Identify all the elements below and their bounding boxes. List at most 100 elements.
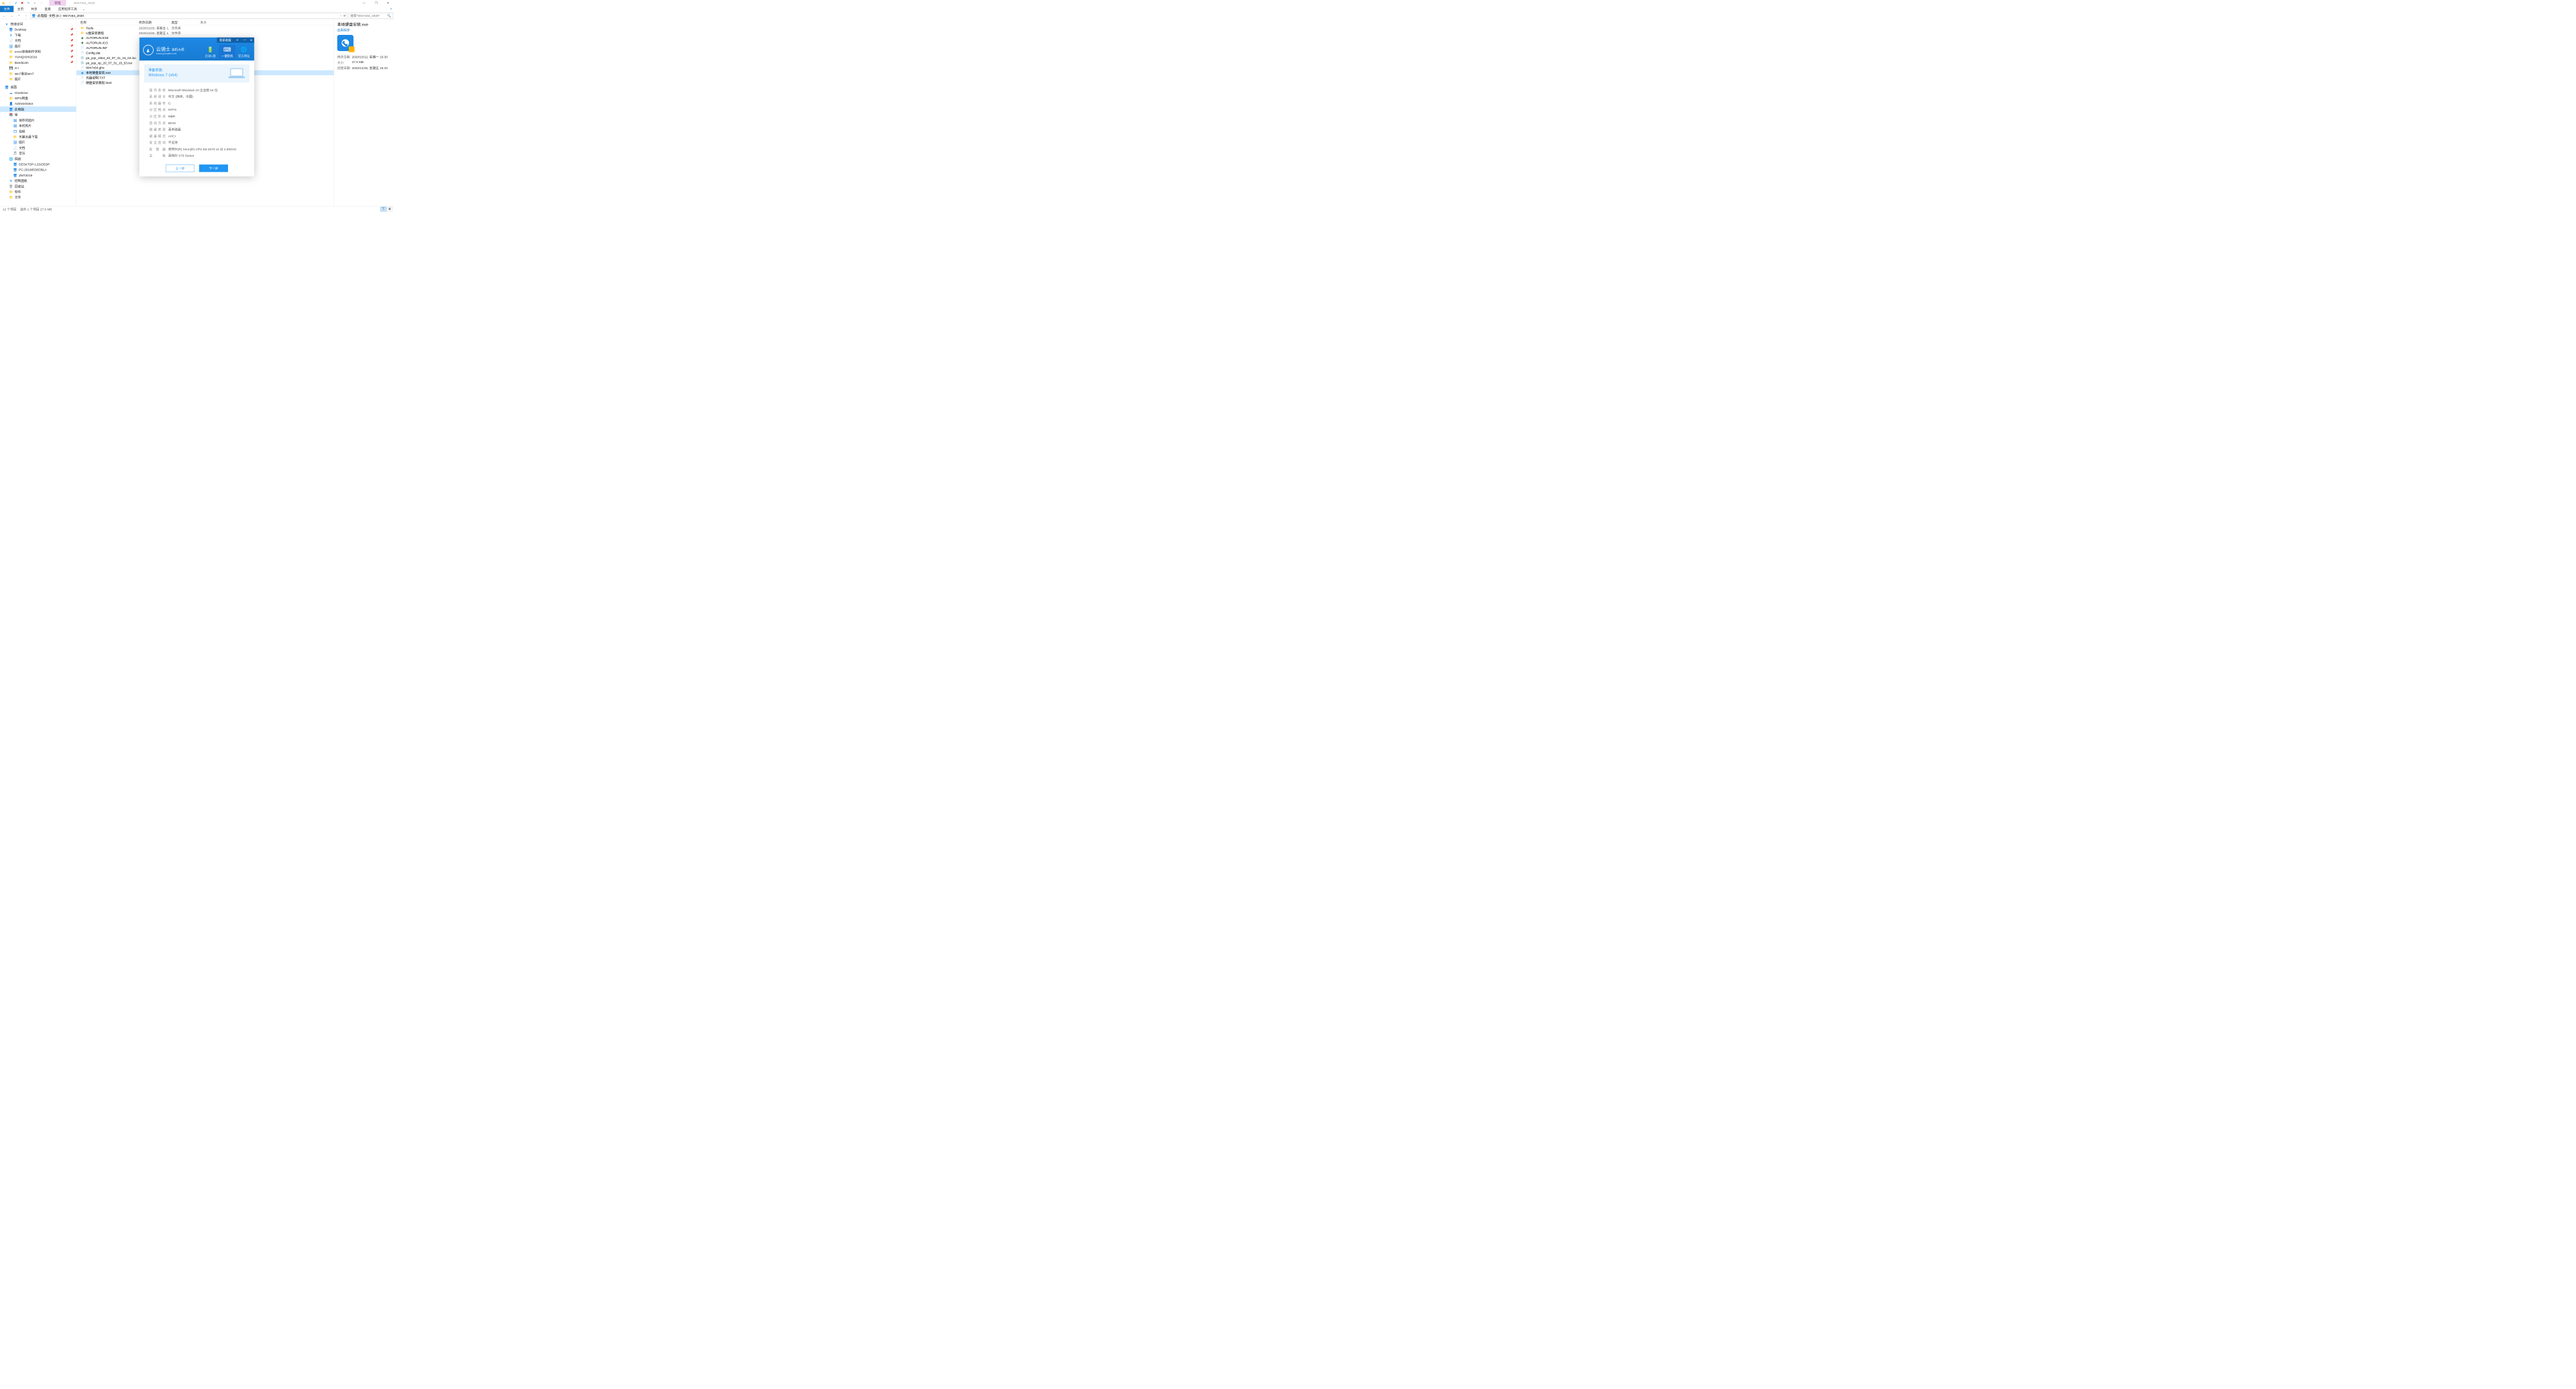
installer-tab[interactable]: 🌐官方网址 (236, 45, 252, 60)
dropdown-icon[interactable]: ▾ (33, 1, 37, 5)
tree-icon: 🎵 (13, 151, 17, 155)
tree-item[interactable]: 🖼图片📌 (0, 43, 76, 48)
installer-prev-button[interactable]: 上一步 (166, 164, 195, 172)
tree-icon: 🎞 (13, 129, 17, 133)
cancel-red-icon[interactable]: ✖ (20, 1, 24, 5)
file-row[interactable]: 📁Tools2020/12/25, 星期五 1...文件夹 (76, 25, 334, 30)
minimize-button[interactable]: ― (358, 0, 370, 6)
info-val: 基本磁盘 (168, 127, 181, 132)
search-input[interactable]: 搜索"Win7x64_2020" 🔍 (348, 13, 392, 19)
installer-menu-icon[interactable]: ≡ (233, 38, 240, 43)
tree-label: Bandicam (15, 60, 29, 64)
tree-icon: 👤 (9, 101, 13, 105)
installer-next-button[interactable]: 下一步 (199, 164, 228, 172)
contextual-tab-manage[interactable]: 管理 (49, 0, 66, 6)
tree-item[interactable]: 🖼本机照片 (0, 123, 76, 128)
tree-item[interactable]: 🖼保存的图片 (0, 117, 76, 123)
tree-label: 天翼云盘下载 (19, 134, 38, 139)
tree-icon: 💾 (9, 66, 13, 70)
tree-icon: 🌐 (9, 156, 13, 160)
prop-val: 2020/10/12, 星期一 15:30 (352, 55, 388, 60)
tree-item[interactable]: 🖥Desktop📌 (0, 27, 76, 32)
search-icon[interactable]: 🔍 (387, 14, 391, 17)
tree-item[interactable]: 🖥ZMT2019 (0, 172, 76, 178)
tree-item[interactable]: 📁软件 (0, 189, 76, 195)
tree-item[interactable]: 📁文件 (0, 195, 76, 200)
tree-icon: 📄 (9, 38, 13, 42)
tree-item[interactable]: 📁WPS网盘 (0, 95, 76, 101)
tree-item[interactable]: 🖥DESKTOP-LSSOEDP (0, 162, 76, 167)
crumb[interactable]: 此电脑 (38, 13, 47, 18)
maximize-button[interactable]: ❐ (370, 0, 382, 6)
tree-icon: 📄 (13, 146, 17, 150)
tree-item[interactable]: ☁OneDrive (0, 90, 76, 95)
nav-back-icon[interactable]: ← (1, 13, 7, 19)
installer-minimize-icon[interactable]: — (241, 38, 248, 43)
tree-item[interactable]: 📁Bandicam📌 (0, 60, 76, 65)
breadcrumb[interactable]: 🖥 › 此电脑› 文档 (E:)› Win7x64_2020 ⌄ ⟳ (30, 13, 347, 19)
col-size[interactable]: 大小 (198, 20, 224, 25)
info-key: 系统语言 (150, 95, 166, 99)
tree-icon: 🖥 (13, 162, 17, 166)
tree-item[interactable]: 👤Administrator (0, 101, 76, 106)
tree-item[interactable]: 🌐网络 (0, 156, 76, 161)
file-icon: 📁 (80, 25, 85, 30)
installer-close-icon[interactable]: ✕ (248, 38, 254, 43)
ribbon-tab-home[interactable]: 主页 (13, 6, 27, 12)
installer-contact[interactable]: 联系客服 (217, 38, 233, 43)
ribbon-tab-view[interactable]: 查看 (41, 6, 54, 12)
close-button[interactable]: ✕ (382, 0, 394, 6)
installer-tab[interactable]: 🔋启动U盘 (203, 45, 219, 60)
tree-item[interactable]: 📄文档📌 (0, 38, 76, 43)
nav-fwd-icon[interactable]: → (8, 13, 14, 19)
ribbon-tab-file[interactable]: 文件 (0, 6, 13, 12)
nav-history-icon[interactable]: ▾ (15, 13, 21, 19)
tree-item[interactable]: 🎞视频 (0, 128, 76, 134)
installer-tab[interactable]: ⌨一键装机 (219, 45, 235, 60)
tree-item[interactable]: ★快速访问 (0, 21, 76, 27)
crumb[interactable]: 文档 (E:) (49, 13, 61, 18)
tree-item[interactable]: 📁excel表格制作求和📌 (0, 49, 76, 54)
tree-item[interactable]: 🗑回收站 (0, 183, 76, 189)
info-val: 中文 (简体，中国) (168, 95, 193, 99)
tree-item[interactable]: 🖥此电脑 (0, 107, 76, 112)
tree-item[interactable]: ⚙控制面板 (0, 178, 76, 183)
tree-item[interactable]: 💾G:\ (0, 65, 76, 70)
tree-icon: 🖼 (13, 118, 17, 122)
tree-item[interactable]: 🖼图片 (0, 140, 76, 145)
tree-item[interactable]: 🖥PC-20190530OBLA (0, 167, 76, 172)
addr-dropdown-icon[interactable]: ⌄ (340, 14, 342, 17)
tree-item[interactable]: 📁YUNQISHI2019📌 (0, 54, 76, 60)
tree-item[interactable]: 📄文档 (0, 145, 76, 150)
tree-icon: 🖥 (9, 107, 13, 111)
info-val: 英特尔 X79 Series (168, 154, 194, 158)
info-val: Microsoft Windows 10 企业版 64 位 (168, 88, 218, 93)
tree-item[interactable]: ⬇下载📌 (0, 32, 76, 38)
crumb[interactable]: Win7x64_2020 (63, 14, 84, 17)
info-val: NTFS (168, 108, 176, 111)
refresh-icon[interactable]: ⟳ (343, 14, 346, 17)
help-icon[interactable]: ? (388, 6, 394, 12)
file-icon: 📄 (80, 46, 85, 50)
tree-item[interactable]: 📚库 (0, 112, 76, 117)
view-large-icon[interactable]: ▦ (387, 207, 393, 211)
tree-item[interactable]: 🖥桌面 (0, 85, 76, 90)
tree-item[interactable]: 📁win7重装win7 (0, 70, 76, 76)
quick-access-toolbar: ▣ | ✔ ✖ ✎ ▾ | (0, 1, 43, 5)
folder-icon[interactable]: ▣ (1, 1, 5, 5)
tree-item[interactable]: 🎵音乐 (0, 150, 76, 156)
ribbon-tab-apptools[interactable]: 应用程序工具 (54, 6, 80, 12)
nav-up-icon[interactable]: ↑ (23, 13, 29, 19)
col-date[interactable]: 修改日期 (137, 20, 169, 25)
ribbon-expand-icon[interactable]: ⌄ (80, 6, 87, 12)
ribbon-tab-share[interactable]: 共享 (28, 6, 41, 12)
check-icon[interactable]: ✔ (14, 1, 18, 5)
tree-item[interactable]: 📁天翼云盘下载 (0, 134, 76, 140)
tree-item[interactable]: 📁图片 (0, 76, 76, 82)
view-details-icon[interactable]: ☰ (380, 207, 386, 211)
file-row[interactable]: 📁U盘安装教程2020/12/25, 星期五 1...文件夹 (76, 30, 334, 35)
file-name: Tools (86, 26, 93, 30)
wand-icon[interactable]: ✎ (26, 1, 30, 5)
col-name[interactable]: 名称 (76, 20, 137, 25)
col-type[interactable]: 类型 (169, 20, 198, 25)
